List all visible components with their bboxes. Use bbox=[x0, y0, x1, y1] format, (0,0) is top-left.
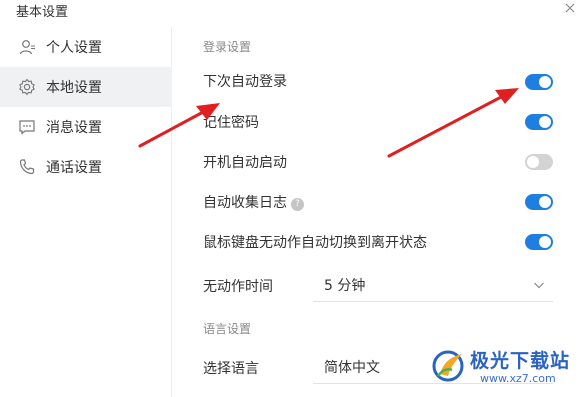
toggle-knob bbox=[527, 156, 539, 168]
toggle-knob bbox=[539, 116, 551, 128]
gear-icon bbox=[18, 78, 36, 96]
close-icon[interactable] bbox=[562, 0, 578, 16]
idle-time-value: 5 分钟 bbox=[324, 278, 366, 294]
auto-login-label: 下次自动登录 bbox=[203, 74, 287, 90]
idle-time-select[interactable]: 5 分钟 bbox=[313, 268, 553, 302]
phone-icon bbox=[18, 158, 36, 176]
user-icon bbox=[18, 38, 36, 56]
sidebar-item-label: 通话设置 bbox=[46, 160, 102, 176]
remember-password-label: 记住密码 bbox=[203, 115, 259, 131]
language-label: 选择语言 bbox=[203, 361, 259, 377]
idle-away-label: 鼠标键盘无动作自动切换到离开状态 bbox=[203, 235, 427, 251]
sidebar-item-label: 本地设置 bbox=[46, 80, 102, 96]
collect-logs-row: 自动收集日志? bbox=[203, 192, 304, 212]
watermark: 极光下载站 www.xz7.com bbox=[430, 344, 580, 394]
window-title: 基本设置 bbox=[16, 5, 69, 20]
toggle-knob bbox=[539, 76, 551, 88]
idle-away-toggle[interactable] bbox=[525, 234, 553, 250]
idle-time-label: 无动作时间 bbox=[203, 279, 273, 295]
annotation-arrow-right bbox=[387, 88, 519, 158]
sidebar-item-local[interactable]: 本地设置 bbox=[0, 67, 172, 107]
watermark-url: www.xz7.com bbox=[480, 372, 556, 385]
sidebar-item-label: 个人设置 bbox=[46, 40, 102, 56]
auto-login-toggle[interactable] bbox=[525, 74, 553, 90]
remember-password-toggle[interactable] bbox=[525, 114, 553, 130]
auto-start-label: 开机自动启动 bbox=[203, 155, 287, 171]
sidebar-item-call[interactable]: 通话设置 bbox=[0, 147, 172, 187]
sidebar-item-personal[interactable]: 个人设置 bbox=[0, 27, 172, 67]
collect-logs-label: 自动收集日志 bbox=[203, 195, 287, 211]
sidebar-item-label: 消息设置 bbox=[46, 120, 102, 136]
language-value: 简体中文 bbox=[324, 360, 380, 376]
watermark-text: 极光下载站 bbox=[470, 350, 571, 372]
sidebar: 个人设置 本地设置 消息设置 通话设置 bbox=[0, 27, 172, 397]
chat-icon bbox=[18, 118, 36, 136]
section-title-language: 语言设置 bbox=[203, 322, 252, 336]
section-title-login: 登录设置 bbox=[203, 40, 252, 54]
auto-start-toggle[interactable] bbox=[525, 154, 553, 170]
settings-window: 基本设置 个人设置 本地设置 消息设置 通话设置 登录设置 下次自动登录 记住密… bbox=[0, 0, 584, 397]
toggle-knob bbox=[539, 236, 551, 248]
help-icon[interactable]: ? bbox=[291, 198, 304, 211]
sidebar-item-message[interactable]: 消息设置 bbox=[0, 107, 172, 147]
toggle-knob bbox=[539, 196, 551, 208]
chevron-down-icon bbox=[533, 279, 545, 291]
collect-logs-toggle[interactable] bbox=[525, 194, 553, 210]
logo-icon bbox=[430, 346, 468, 384]
